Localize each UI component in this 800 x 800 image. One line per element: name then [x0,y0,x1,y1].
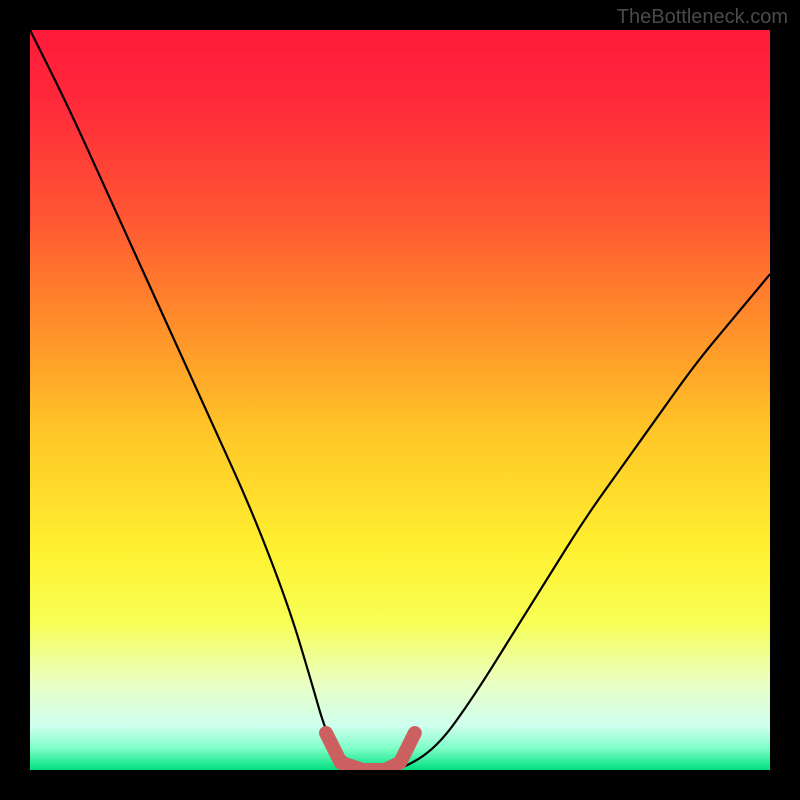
optimal-zone-marker [326,733,415,770]
chart-frame: TheBottleneck.com [0,0,800,800]
curve-layer [30,30,770,770]
watermark-text: TheBottleneck.com [617,6,788,29]
plot-area [30,30,770,770]
bottleneck-curve [30,30,770,770]
